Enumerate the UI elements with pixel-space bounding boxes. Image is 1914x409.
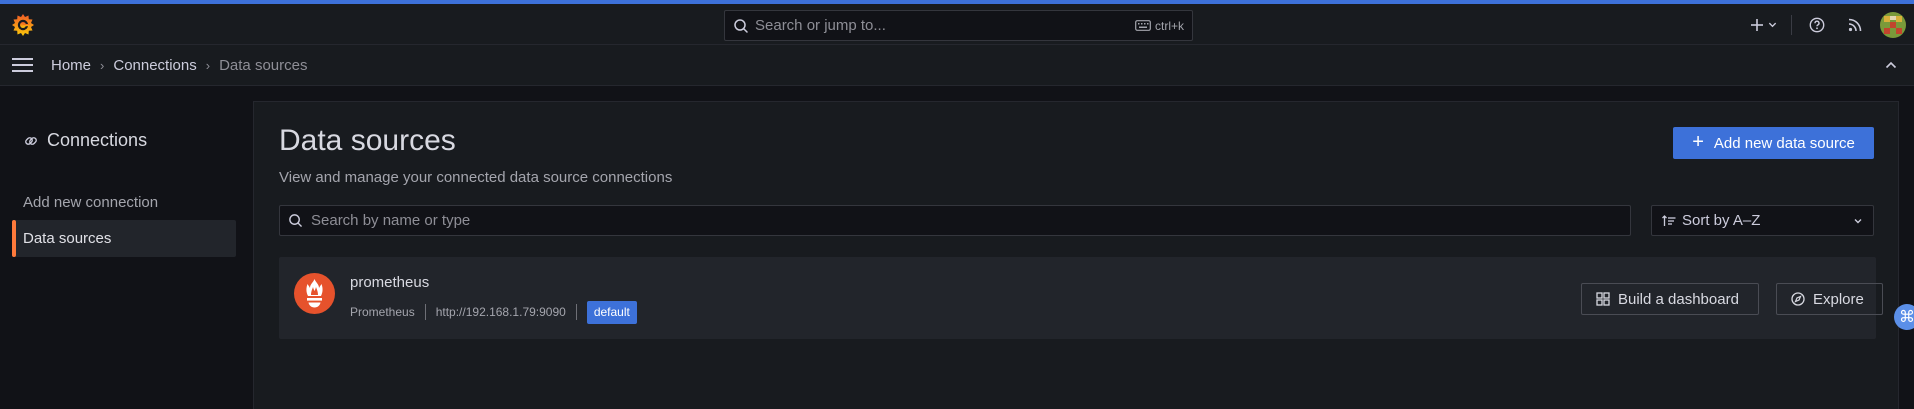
breadcrumb-separator: › bbox=[100, 58, 105, 73]
sort-icon bbox=[1662, 214, 1676, 226]
page-subtitle: View and manage your connected data sour… bbox=[279, 169, 673, 186]
explore-label: Explore bbox=[1813, 290, 1864, 308]
page-title: Data sources bbox=[279, 124, 456, 157]
data-source-url: http://192.168.1.79:9090 bbox=[435, 305, 566, 319]
news-button[interactable] bbox=[1836, 4, 1874, 45]
search-shortcut: ctrl+k bbox=[1135, 19, 1184, 33]
build-dashboard-button[interactable]: Build a dashboard bbox=[1581, 283, 1759, 315]
plus-icon bbox=[1750, 18, 1763, 31]
search-icon bbox=[734, 18, 748, 33]
data-source-name[interactable]: prometheus bbox=[350, 274, 429, 291]
sidebar-item-label: Add new connection bbox=[23, 194, 159, 211]
sidebar-item-data-sources[interactable]: Data sources bbox=[12, 220, 236, 257]
sort-value: Sort by A–Z bbox=[1682, 212, 1761, 229]
help-button[interactable] bbox=[1798, 4, 1836, 45]
search-icon bbox=[289, 214, 302, 227]
default-badge: default bbox=[586, 300, 637, 324]
chevron-down-icon bbox=[1768, 22, 1776, 28]
build-dashboard-label: Build a dashboard bbox=[1618, 290, 1739, 308]
keyboard-icon bbox=[1135, 20, 1151, 31]
breadcrumb: Home › Connections › Data sources bbox=[51, 45, 307, 86]
chevron-down-icon bbox=[1854, 218, 1862, 223]
breadcrumb-bar: Home › Connections › Data sources bbox=[0, 45, 1914, 86]
add-new-data-source-button[interactable]: + Add new data source bbox=[1673, 127, 1874, 159]
compass-icon bbox=[1791, 292, 1805, 306]
search-placeholder: Search or jump to... bbox=[755, 17, 886, 34]
data-source-meta: Prometheus http://192.168.1.79:9090 defa… bbox=[350, 300, 637, 324]
data-source-type: Prometheus bbox=[350, 305, 415, 319]
data-source-card-prometheus[interactable]: prometheus Prometheus http://192.168.1.7… bbox=[279, 257, 1883, 339]
sidebar-item-add-new-connection[interactable]: Add new connection bbox=[12, 184, 236, 221]
divider bbox=[1791, 14, 1792, 35]
apps-grid-icon bbox=[1596, 292, 1610, 306]
search-placeholder: Search by name or type bbox=[311, 212, 471, 229]
user-avatar[interactable] bbox=[1880, 11, 1906, 38]
explore-button[interactable]: Explore bbox=[1776, 283, 1883, 315]
plus-icon: + bbox=[1692, 131, 1704, 153]
chevron-up-icon[interactable] bbox=[1884, 58, 1898, 72]
top-bar: Search or jump to... ctrl+k bbox=[0, 4, 1914, 45]
help-icon bbox=[1809, 17, 1825, 32]
connections-sidebar: Connections Add new connection Data sour… bbox=[0, 86, 250, 409]
breadcrumb-connections[interactable]: Connections bbox=[113, 57, 196, 74]
meta-divider bbox=[575, 304, 577, 320]
sidebar-title: Connections bbox=[24, 130, 147, 151]
menu-icon[interactable] bbox=[12, 57, 33, 73]
breadcrumb-home[interactable]: Home bbox=[51, 57, 91, 74]
new-menu-button[interactable] bbox=[1741, 4, 1785, 45]
command-shortcut-icon[interactable]: ⌘ bbox=[1894, 304, 1914, 330]
global-search-input[interactable]: Search or jump to... ctrl+k bbox=[724, 10, 1193, 41]
sidebar-item-label: Data sources bbox=[23, 230, 112, 247]
breadcrumb-current: Data sources bbox=[219, 57, 308, 74]
add-button-label: Add new data source bbox=[1713, 134, 1855, 152]
top-right-actions bbox=[1741, 4, 1914, 45]
meta-divider bbox=[424, 304, 426, 320]
grafana-logo-icon[interactable] bbox=[10, 12, 36, 38]
search-input[interactable]: Search by name or type bbox=[279, 205, 1631, 236]
breadcrumb-separator: › bbox=[205, 58, 211, 73]
search-shortcut-label: ctrl+k bbox=[1154, 18, 1184, 33]
link-icon bbox=[25, 136, 37, 145]
prometheus-logo-icon bbox=[294, 273, 335, 314]
sort-select[interactable]: Sort by A–Z bbox=[1651, 205, 1874, 236]
sidebar-title-label: Connections bbox=[47, 130, 148, 150]
main-content: Data sources View and manage your connec… bbox=[253, 101, 1899, 409]
news-rss-icon bbox=[1848, 18, 1861, 32]
